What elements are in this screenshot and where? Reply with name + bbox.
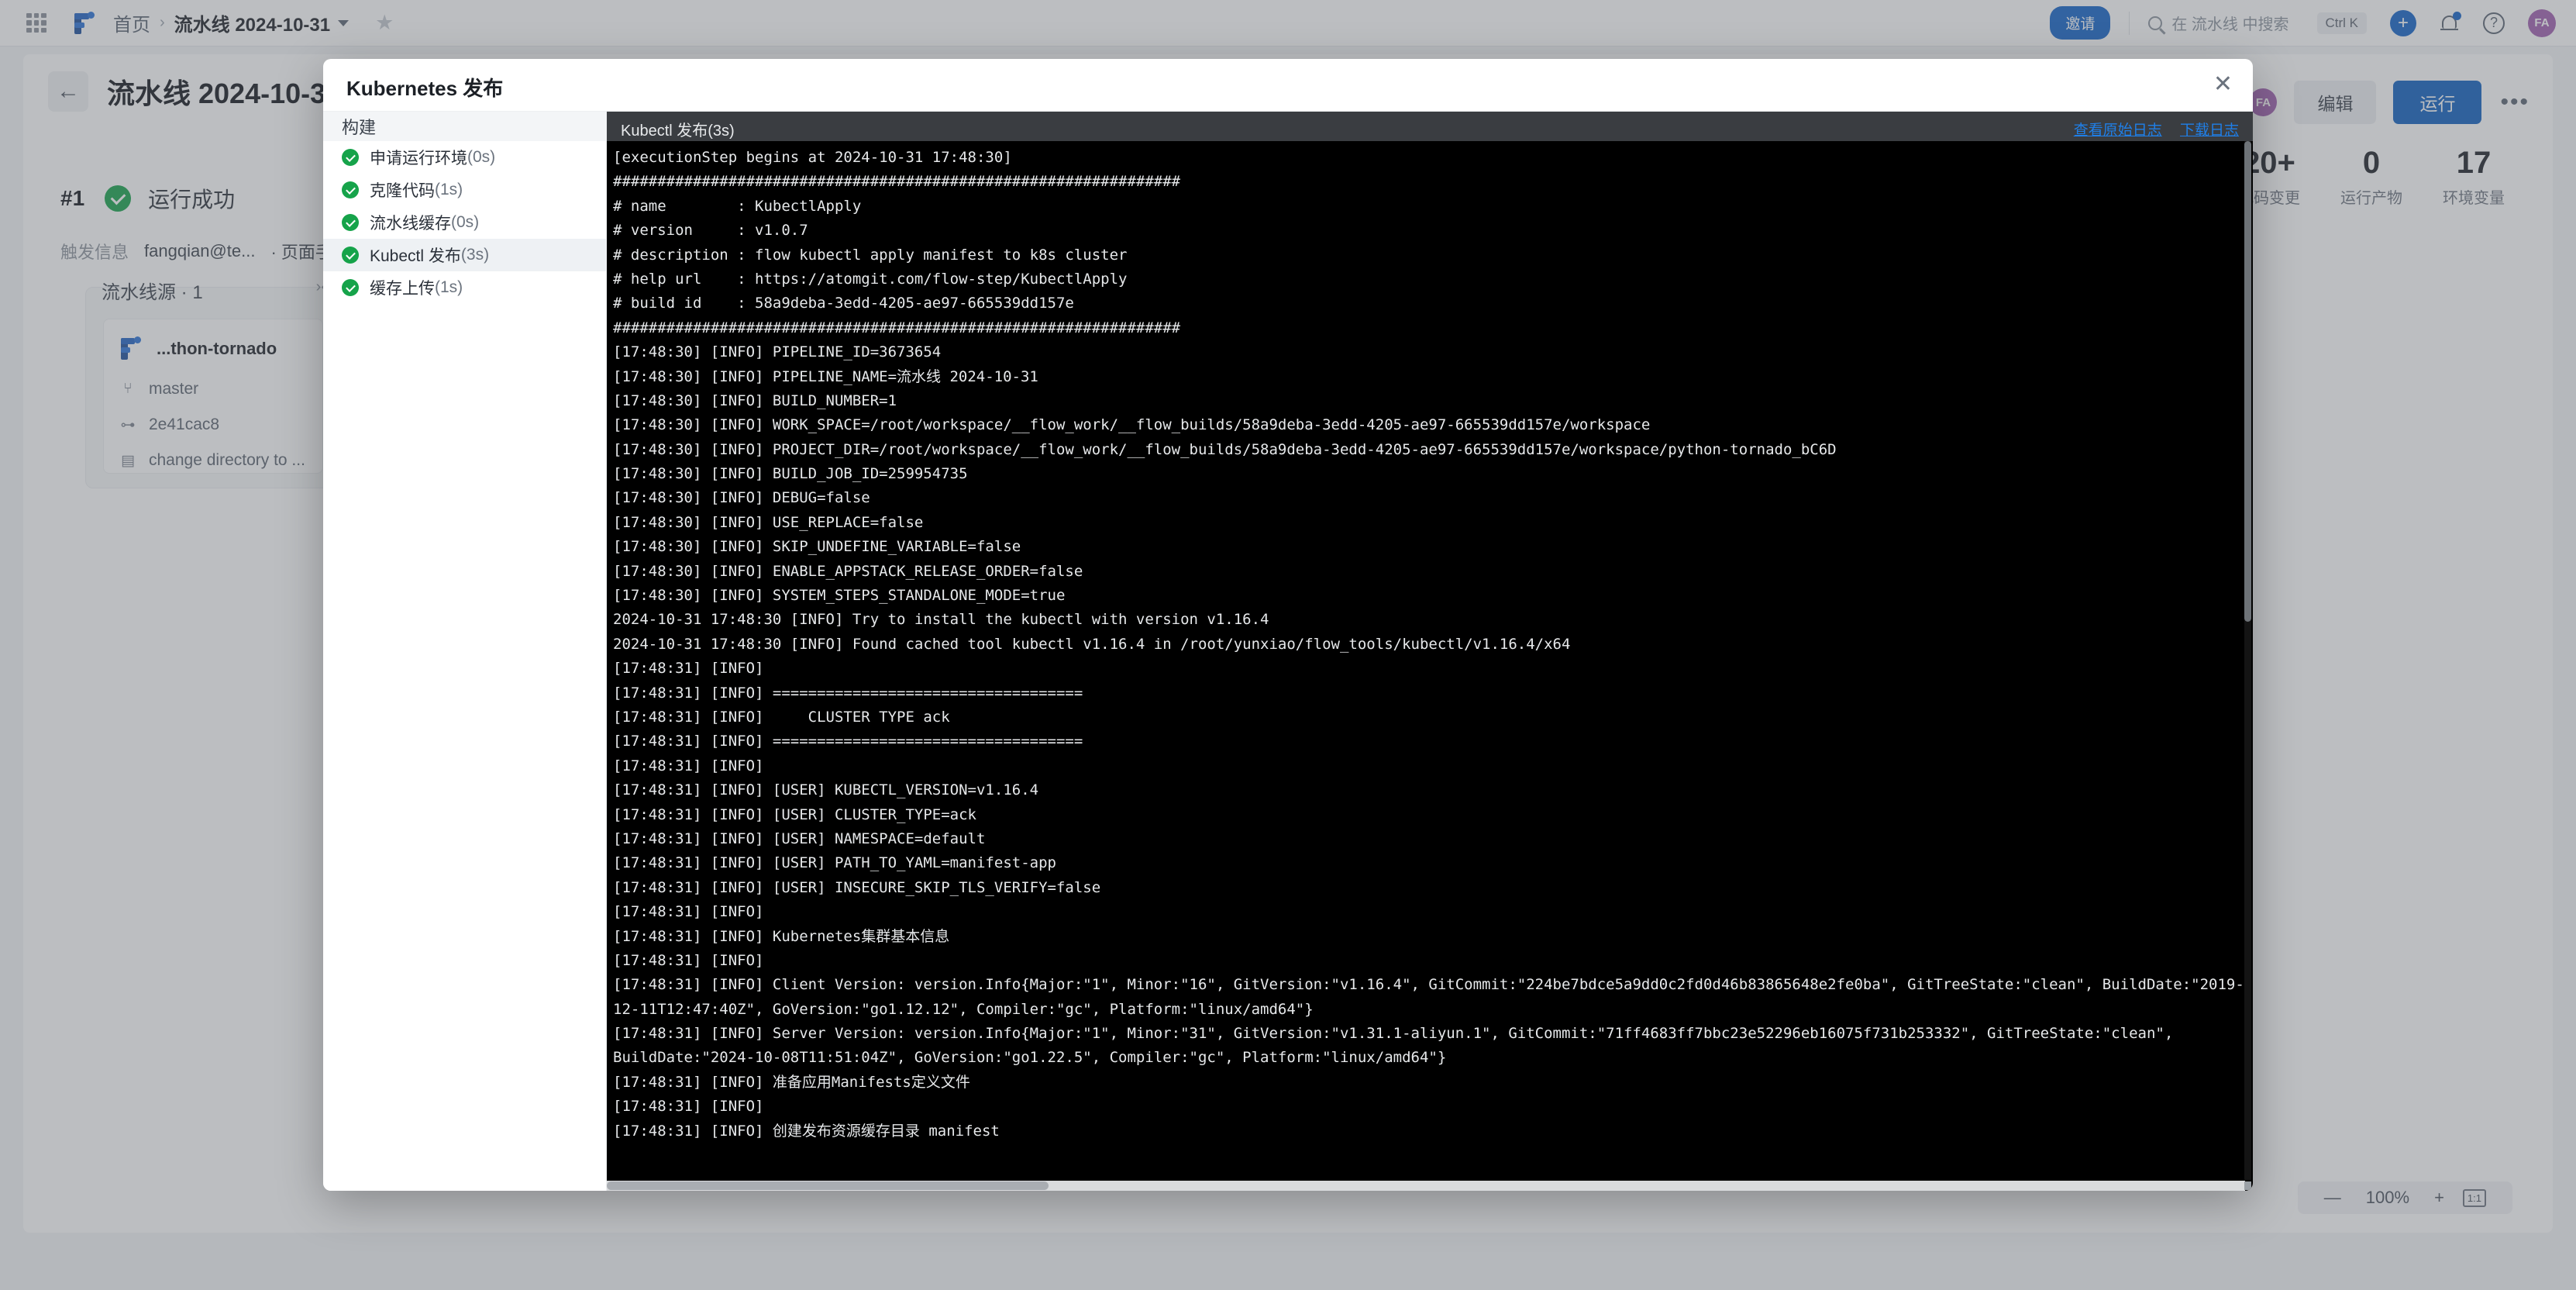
log-line: [17:48:30] [INFO] USE_REPLACE=false [613,513,924,531]
log-line: 2024-10-31 17:48:30 [INFO] Try to instal… [613,611,1269,629]
log-line: [17:48:31] [INFO] [613,1098,764,1116]
log-line: [17:48:30] [INFO] WORK_SPACE=/root/works… [613,416,1651,434]
log-line: [17:48:31] [INFO] [613,951,764,969]
log-line: [17:48:30] [INFO] BUILD_JOB_ID=259954735 [613,465,968,483]
log-line: # description : flow kubectl apply manif… [613,246,1128,264]
log-line: [17:48:30] [INFO] DEBUG=false [613,489,870,507]
log-line: ########################################… [613,173,1181,191]
log-line: [17:48:31] [INFO] [USER] PATH_TO_YAML=ma… [613,854,1056,872]
success-check-icon [342,181,359,198]
log-line: # help url : https://atomgit.com/flow-st… [613,270,1128,288]
log-line: [17:48:30] [INFO] SKIP_UNDEFINE_VARIABLE… [613,538,1021,556]
step-label: 流水线缓存 [370,215,451,233]
log-output[interactable]: [executionStep begins at 2024-10-31 17:4… [607,141,2245,1180]
success-check-icon [342,247,359,264]
log-line: [17:48:31] [INFO] Client Version: versio… [613,976,2244,1018]
dialog-title: Kubernetes 发布 [346,77,504,100]
step-duration: (1s) [435,278,463,296]
scrollbar-thumb[interactable] [607,1181,1049,1190]
step-item-cache-upload[interactable]: 缓存上传 (1s) [323,271,606,304]
download-log-link[interactable]: 下载日志 [2180,122,2239,139]
dialog-header: Kubernetes 发布 ✕ [323,59,2253,112]
log-line: [17:48:31] [INFO] [USER] NAMESPACE=defau… [613,830,986,847]
log-line: [17:48:30] [INFO] PIPELINE_ID=3673654 [613,343,942,361]
step-item-clone-code[interactable]: 克隆代码 (1s) [323,174,606,206]
log-line: [17:48:31] [INFO] [USER] INSECURE_SKIP_T… [613,878,1101,896]
steps-panel-header: 构建 [323,112,606,141]
log-line: # version : v1.0.7 [613,222,808,240]
step-log-dialog: Kubernetes 发布 ✕ 构建 申请运行环境 (0s) 克隆代码 (1s)… [323,59,2253,1191]
log-line: [17:48:31] [INFO] CLUSTER TYPE ack [613,708,950,726]
log-panel-title: Kubectl 发布(3s) [621,122,735,140]
log-line: [17:48:30] [INFO] BUILD_NUMBER=1 [613,391,897,409]
scrollbar-thumb[interactable] [2244,141,2251,622]
step-item-kubectl-deploy[interactable]: Kubectl 发布 (3s) [323,239,606,271]
log-line: ########################################… [613,319,1181,336]
scrollbar-corner [2244,1181,2251,1190]
log-line: [17:48:31] [INFO] [613,757,764,774]
log-line: [executionStep begins at 2024-10-31 17:4… [613,149,1012,166]
log-line: [17:48:31] [INFO] 准备应用Manifests定义文件 [613,1073,970,1091]
log-line: [17:48:31] [INFO] [USER] KUBECTL_VERSION… [613,781,1039,799]
log-line: [17:48:31] [INFO] 创建发布资源缓存目录 manifest [613,1122,1000,1140]
step-duration: (3s) [460,246,490,264]
success-check-icon [342,279,359,296]
log-line: [17:48:31] [INFO] Server Version: versio… [613,1025,2182,1067]
log-actions: 查看原始日志 下载日志 [2060,119,2239,140]
log-line: [17:48:31] [INFO] Kubernetes集群基本信息 [613,927,950,945]
log-line: # name : KubectlApply [613,197,862,215]
step-item-apply-env[interactable]: 申请运行环境 (0s) [323,141,606,174]
log-line: [17:48:31] [INFO] ======================… [613,733,1083,750]
step-label: 缓存上传 [370,280,435,298]
success-check-icon [342,214,359,231]
log-line: 2024-10-31 17:48:30 [INFO] Found cached … [613,635,1571,653]
log-panel-header: Kubectl 发布(3s) 查看原始日志 下载日志 [607,112,2253,141]
step-label: 克隆代码 [370,182,435,200]
step-item-pipeline-cache[interactable]: 流水线缓存 (0s) [323,206,606,239]
log-line: [17:48:31] [INFO] [USER] CLUSTER_TYPE=ac… [613,805,976,823]
log-line: [17:48:31] [INFO] [613,903,764,921]
log-vertical-scrollbar[interactable] [2244,141,2251,1180]
log-line: [17:48:30] [INFO] SYSTEM_STEPS_STANDALON… [613,587,1066,605]
step-label: 申请运行环境 [370,150,467,167]
step-duration: (0s) [451,213,480,231]
log-panel: Kubectl 发布(3s) 查看原始日志 下载日志 [executionSte… [607,112,2253,1191]
log-line: [17:48:30] [INFO] ENABLE_APPSTACK_RELEAS… [613,562,1083,580]
log-line: [17:48:31] [INFO] ======================… [613,684,1083,702]
log-line: # build id : 58a9deba-3edd-4205-ae97-665… [613,295,1074,312]
log-horizontal-scrollbar[interactable] [607,1181,2245,1191]
step-label: Kubectl 发布 [370,247,461,265]
log-line: [17:48:31] [INFO] [613,660,764,678]
steps-panel: 构建 申请运行环境 (0s) 克隆代码 (1s) 流水线缓存 (0s) Kube… [323,112,607,1191]
dialog-body: 构建 申请运行环境 (0s) 克隆代码 (1s) 流水线缓存 (0s) Kube… [323,112,2253,1191]
log-line: [17:48:30] [INFO] PROJECT_DIR=/root/work… [613,440,1837,458]
success-check-icon [342,149,359,166]
step-duration: (1s) [435,181,463,198]
close-icon[interactable]: ✕ [2213,73,2233,96]
step-duration: (0s) [467,148,496,166]
view-raw-log-link[interactable]: 查看原始日志 [2074,122,2162,139]
log-line: [17:48:30] [INFO] PIPELINE_NAME=流水线 2024… [613,367,1038,385]
